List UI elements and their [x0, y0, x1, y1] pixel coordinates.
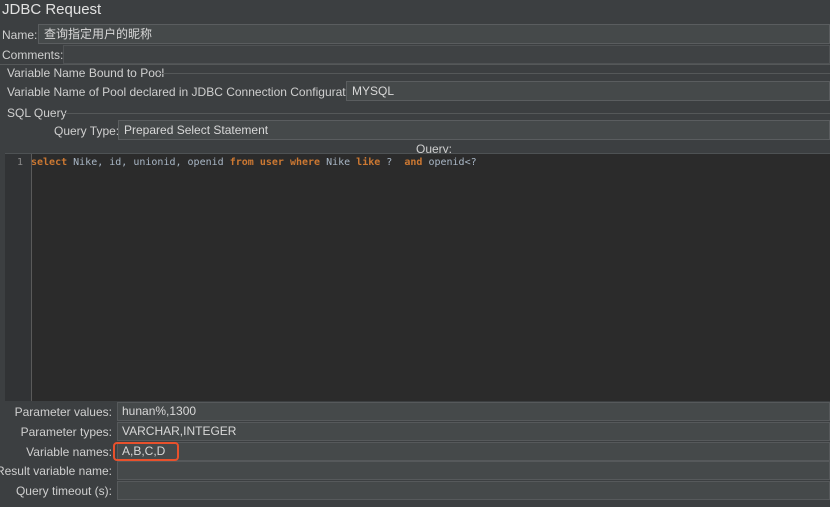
sql-keyword: where [289, 157, 321, 168]
comments-label: Comments: [2, 48, 64, 62]
sql-text: Nike, id, unionid, openid [67, 157, 230, 168]
line-number: 1 [16, 157, 23, 168]
sql-text: ? [380, 157, 405, 168]
query-type-label: Query Type: [54, 124, 120, 138]
sql-keyword: like [356, 157, 381, 168]
pool-name-input[interactable]: MYSQL [346, 81, 830, 101]
result-variable-label: Result variable name: [0, 464, 112, 478]
variable-names-label: Variable names: [26, 445, 112, 459]
editor-gutter: 1 [5, 154, 32, 401]
sql-editor[interactable]: 1 select Nike, id, unionid, openid from … [5, 153, 830, 401]
query-timeout-label: Query timeout (s): [15, 484, 112, 498]
highlight-box [113, 442, 179, 461]
sql-text: Nike [320, 157, 357, 168]
query-timeout-input[interactable] [117, 481, 830, 500]
name-label: Name: [2, 28, 38, 42]
sql-keyword: and [404, 157, 423, 168]
query-type-select[interactable]: Prepared Select Statement [118, 120, 830, 140]
sql-keyword: from [229, 157, 254, 168]
separator [160, 73, 830, 74]
parameter-types-input[interactable]: VARCHAR,INTEGER [117, 422, 830, 441]
pool-section-title: Variable Name Bound to Pool [7, 66, 165, 80]
name-input[interactable]: 查询指定用户的昵称 [38, 24, 830, 44]
parameter-types-label: Parameter types: [20, 425, 112, 439]
sql-keyword: select [31, 157, 68, 168]
separator [64, 113, 830, 114]
comments-input[interactable] [63, 45, 830, 64]
result-variable-input[interactable] [117, 461, 830, 480]
parameter-values-label: Parameter values: [14, 405, 112, 419]
sql-section-title: SQL Query [7, 106, 67, 120]
sql-code-line: select Nike, id, unionid, openid from us… [31, 157, 477, 168]
variable-names-input[interactable]: A,B,C,D [117, 442, 830, 461]
pool-label: Variable Name of Pool declared in JDBC C… [7, 85, 365, 99]
window-title: JDBC Request [2, 1, 102, 18]
sql-keyword: user [259, 157, 284, 168]
sql-text: openid<? [422, 157, 477, 168]
parameter-values-input[interactable]: hunan%,1300 [117, 402, 830, 421]
separator [0, 64, 830, 65]
